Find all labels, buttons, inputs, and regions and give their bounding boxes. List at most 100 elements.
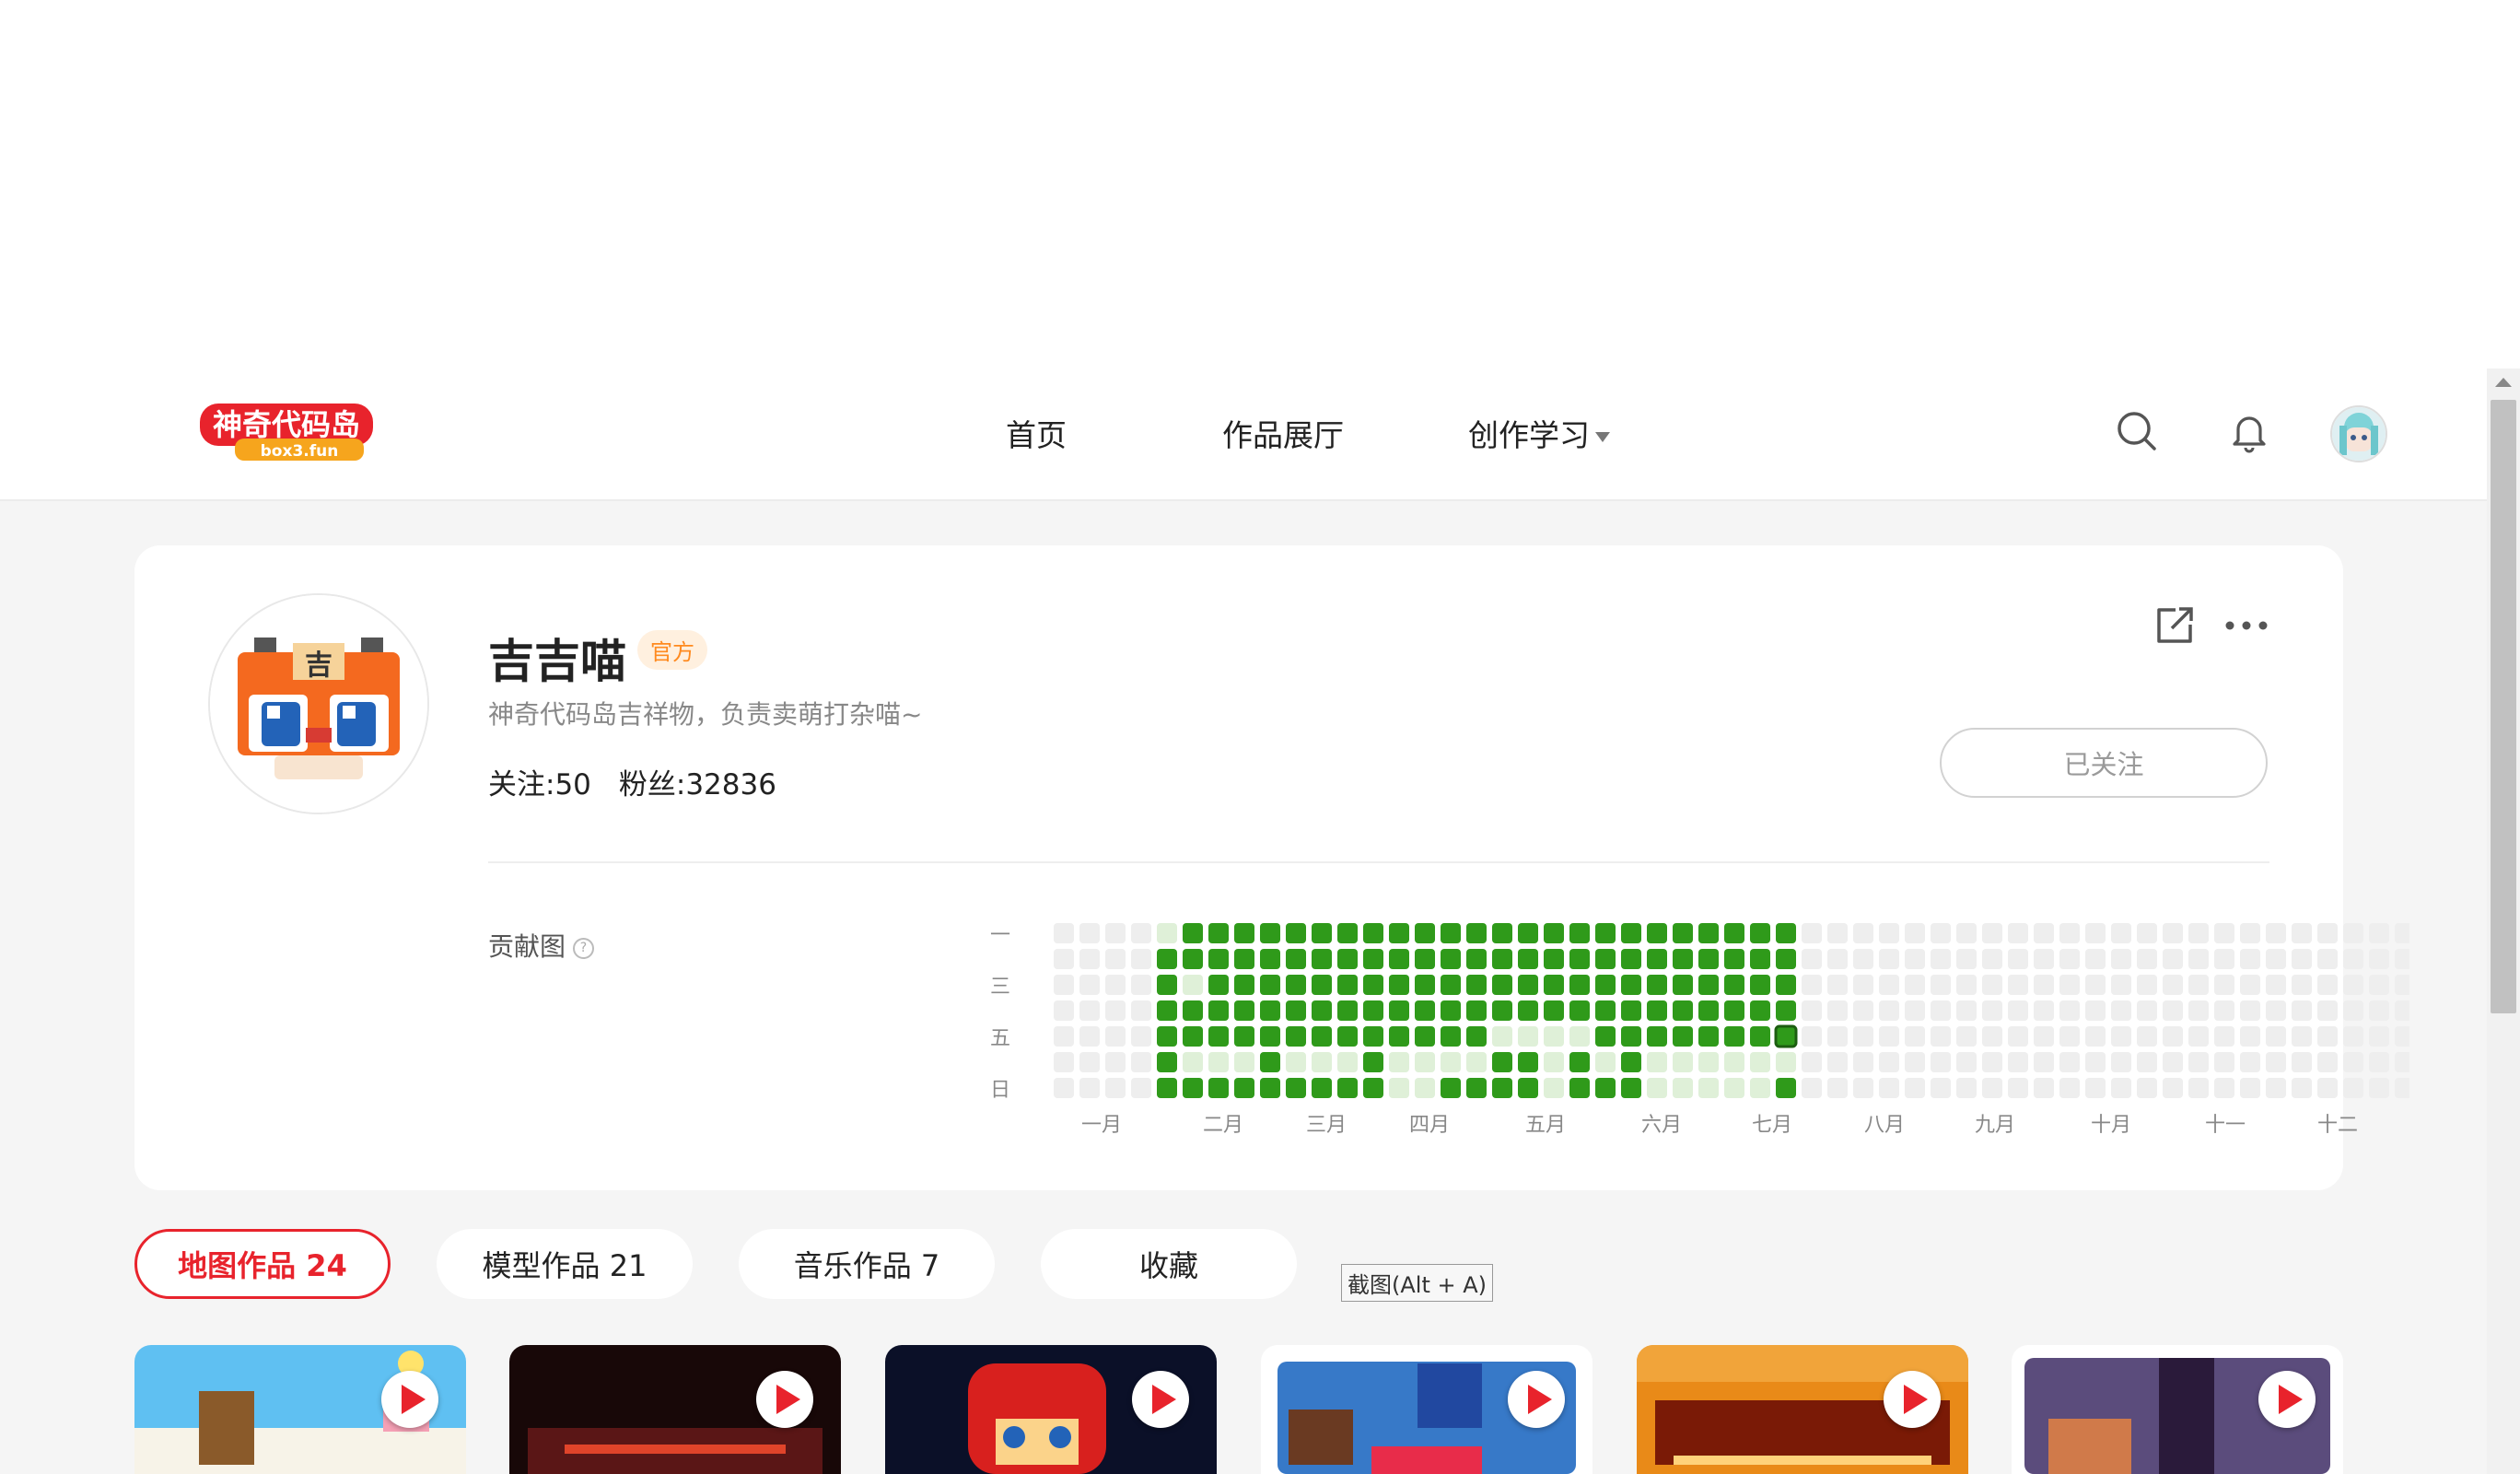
contribution-cell[interactable] [1208,1078,1229,1098]
contribution-cell[interactable] [1312,1052,1332,1072]
contribution-cell[interactable] [2292,923,2312,943]
contribution-cell[interactable] [1879,1078,1899,1098]
contribution-cell[interactable] [1595,975,1616,995]
contribution-cell[interactable] [2059,1052,2080,1072]
contribution-cell[interactable] [1827,1078,1848,1098]
contribution-cell[interactable] [2059,1026,2080,1047]
contribution-cell[interactable] [2163,923,2183,943]
contribution-cell[interactable] [2034,1052,2054,1072]
contribution-cell[interactable] [1054,1026,1074,1047]
contribution-cell[interactable] [1698,923,1719,943]
contribution-cell[interactable] [1441,1000,1461,1021]
contribution-cell[interactable] [1595,923,1616,943]
contribution-cell[interactable] [2085,923,2106,943]
contribution-cell[interactable] [2292,1000,2312,1021]
contribution-cell[interactable] [1774,1024,1798,1048]
contribution-cell[interactable] [2240,1052,2260,1072]
contribution-cell[interactable] [1879,923,1899,943]
contribution-cell[interactable] [1956,923,1977,943]
contribution-cell[interactable] [1079,923,1100,943]
contribution-cell[interactable] [1518,1000,1538,1021]
contribution-cell[interactable] [1853,923,1873,943]
contribution-cell[interactable] [1905,1026,1925,1047]
contribution-cell[interactable] [1647,949,1667,969]
contribution-cell[interactable] [1208,1000,1229,1021]
contribution-cell[interactable] [1698,1026,1719,1047]
contribution-cell[interactable] [1905,1000,1925,1021]
contribution-cell[interactable] [1415,1000,1435,1021]
bell-icon[interactable] [2227,409,2271,453]
work-card[interactable] [509,1345,841,1474]
play-icon[interactable] [1884,1371,1941,1428]
contribution-cell[interactable] [1054,1078,1074,1098]
contribution-cell[interactable] [1183,923,1203,943]
contribution-cell[interactable] [1312,975,1332,995]
contribution-cell[interactable] [2188,1000,2209,1021]
scroll-thumb[interactable] [2491,400,2516,1013]
contribution-cell[interactable] [1982,923,2002,943]
contribution-cell[interactable] [2214,923,2234,943]
contribution-cell[interactable] [2395,1052,2409,1072]
contribution-cell[interactable] [1956,1078,1977,1098]
contribution-cell[interactable] [1802,949,1822,969]
contribution-cell[interactable] [1260,1026,1280,1047]
contribution-cell[interactable] [1286,1026,1306,1047]
work-card[interactable] [2012,1345,2343,1474]
contribution-cell[interactable] [2266,975,2286,995]
contribution-cell[interactable] [1157,923,1177,943]
contribution-cell[interactable] [2343,1078,2363,1098]
contribution-cell[interactable] [1853,1000,1873,1021]
contribution-cell[interactable] [1776,1052,1796,1072]
contribution-cell[interactable] [1234,1026,1254,1047]
contribution-cell[interactable] [1569,949,1590,969]
contribution-cell[interactable] [1389,1000,1409,1021]
contribution-cell[interactable] [1337,1000,1358,1021]
contribution-cell[interactable] [1183,1078,1203,1098]
nav-home[interactable]: 首页 [1006,411,1067,455]
contribution-cell[interactable] [1956,949,1977,969]
play-icon[interactable] [381,1371,438,1428]
contribution-cell[interactable] [1518,1078,1538,1098]
contribution-cell[interactable] [1363,975,1383,995]
contribution-cell[interactable] [1312,1078,1332,1098]
work-card[interactable] [1637,1345,1968,1474]
contribution-cell[interactable] [2214,1078,2234,1098]
contribution-cell[interactable] [1363,923,1383,943]
contribution-cell[interactable] [1827,1052,1848,1072]
contribution-cell[interactable] [1750,923,1770,943]
contribution-cell[interactable] [1234,923,1254,943]
contribution-cell[interactable] [1595,1052,1616,1072]
contribution-cell[interactable] [2343,1052,2363,1072]
contribution-cell[interactable] [1802,923,1822,943]
help-icon[interactable]: ? [573,937,595,959]
contribution-cell[interactable] [1879,949,1899,969]
contribution-cell[interactable] [1724,1052,1744,1072]
contribution-cell[interactable] [1389,1026,1409,1047]
contribution-cell[interactable] [2395,1078,2409,1098]
contribution-cell[interactable] [1750,1078,1770,1098]
contribution-cell[interactable] [1234,1052,1254,1072]
contribution-cell[interactable] [1621,1078,1641,1098]
contribution-cell[interactable] [2240,1078,2260,1098]
contribution-cell[interactable] [1698,1078,1719,1098]
contribution-cell[interactable] [1879,1000,1899,1021]
contribution-cell[interactable] [1569,1026,1590,1047]
contribution-cell[interactable] [1621,923,1641,943]
contribution-cell[interactable] [2188,975,2209,995]
contribution-cell[interactable] [1183,975,1203,995]
contribution-cell[interactable] [2317,975,2338,995]
contribution-cell[interactable] [2317,1052,2338,1072]
contribution-cell[interactable] [1079,949,1100,969]
contribution-cell[interactable] [1105,1078,1126,1098]
contribution-cell[interactable] [1673,975,1693,995]
contribution-cell[interactable] [1569,923,1590,943]
contribution-cell[interactable] [1595,1078,1616,1098]
contribution-cell[interactable] [1518,923,1538,943]
contribution-cell[interactable] [2266,1000,2286,1021]
contribution-cell[interactable] [1286,923,1306,943]
contribution-cell[interactable] [1131,949,1151,969]
contribution-cell[interactable] [1079,1026,1100,1047]
play-icon[interactable] [2258,1371,2316,1428]
contribution-cell[interactable] [2266,1026,2286,1047]
contribution-cell[interactable] [1415,949,1435,969]
